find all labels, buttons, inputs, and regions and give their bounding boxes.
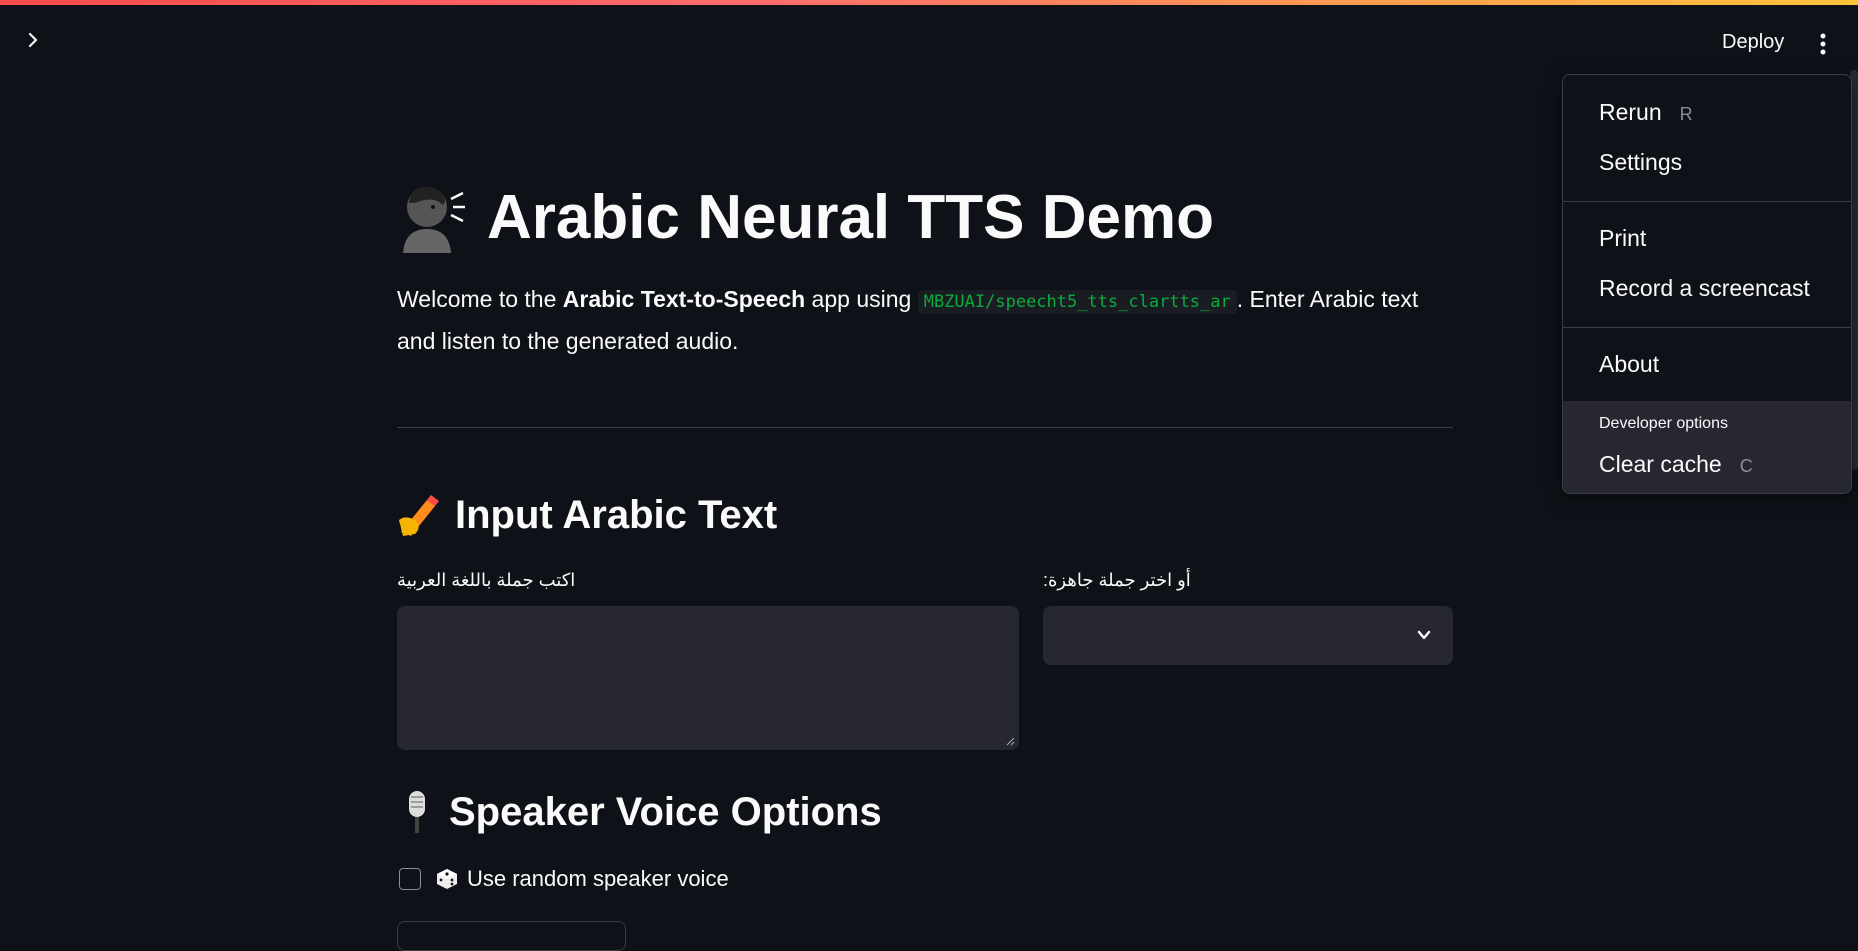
menu-item-label: Rerun [1599, 99, 1662, 125]
shortcut-hint: C [1739, 456, 1753, 476]
developer-options-section: Developer options Clear cache C [1563, 401, 1851, 493]
model-code: MBZUAI/speecht5_tts_clartts_ar [917, 290, 1237, 314]
select-label: أو اختر جملة جاهزة: [1043, 570, 1191, 590]
intro-paragraph: Welcome to the Arabic Text-to-Speech app… [397, 280, 1457, 361]
arabic-text-input[interactable] [397, 606, 1019, 750]
preset-sentence-select[interactable] [1043, 606, 1453, 665]
menu-item-label: Settings [1599, 149, 1683, 175]
intro-prefix: Welcome to the [397, 286, 563, 312]
deploy-button[interactable]: Deploy [1710, 25, 1796, 59]
random-speaker-checkbox-row[interactable]: Use random speaker voice [399, 866, 729, 892]
input-section-heading: Input Arabic Text [397, 487, 777, 543]
speaker-section-heading: Speaker Voice Options [397, 784, 882, 840]
shortcut-hint: R [1679, 104, 1693, 124]
intro-bold: Arabic Text-to-Speech [562, 286, 806, 312]
developer-options-label: Developer options [1599, 415, 1728, 432]
random-speaker-checkbox[interactable] [399, 868, 421, 890]
menu-divider [1563, 201, 1851, 202]
chevron-right-icon [28, 32, 38, 48]
menu-item-label: Print [1599, 225, 1647, 251]
page-title: Arabic Neural TTS Demo [397, 172, 1214, 262]
chevron-down-icon [1417, 630, 1431, 640]
menu-divider [1563, 327, 1851, 328]
menu-item-about[interactable]: About [1599, 351, 1659, 378]
menu-item-settings[interactable]: Settings [1599, 149, 1682, 176]
main-menu-button[interactable] [1808, 27, 1838, 61]
die-icon [435, 867, 459, 891]
menu-item-label: Record a screencast [1599, 275, 1810, 301]
menu-item-print[interactable]: Print [1599, 225, 1646, 252]
menu-item-label: Clear cache [1599, 451, 1722, 477]
menu-item-record-screencast[interactable]: Record a screencast [1599, 275, 1810, 302]
title-text: Arabic Neural TTS Demo [487, 182, 1214, 252]
main-menu-dropdown: Rerun R Settings Print Record a screenca… [1562, 74, 1852, 494]
app-header: Deploy [0, 5, 1858, 70]
textarea-label: اكتب جملة باللغة العربية [397, 570, 576, 590]
menu-item-label: About [1599, 351, 1660, 377]
menu-item-rerun[interactable]: Rerun R [1599, 99, 1693, 126]
random-speaker-label: Use random speaker voice [467, 866, 729, 891]
intro-middle: app using [805, 286, 918, 312]
partially-visible-button[interactable] [397, 921, 626, 951]
writing-hand-icon [397, 492, 443, 538]
speaking-head-icon [397, 179, 467, 255]
section-divider [397, 427, 1453, 428]
input-section-title: Input Arabic Text [455, 492, 778, 537]
sidebar-toggle-button[interactable] [18, 25, 48, 55]
speaker-section-title: Speaker Voice Options [449, 789, 882, 834]
kebab-menu-icon [1820, 33, 1826, 55]
microphone-icon [397, 789, 437, 835]
menu-item-clear-cache[interactable]: Clear cache C [1599, 451, 1753, 478]
resize-grip-icon[interactable] [1005, 736, 1015, 746]
